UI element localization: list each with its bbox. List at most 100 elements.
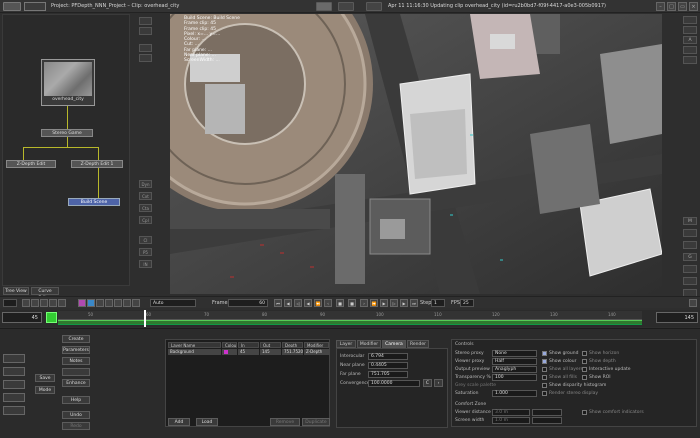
notes-button[interactable]: Notes	[62, 357, 90, 365]
convergence-arrow-button[interactable]: ›	[434, 379, 443, 387]
layer-table[interactable]: Layer Name Colour In Out Depth Modifier …	[165, 339, 330, 427]
right-tool-button[interactable]	[683, 241, 697, 249]
right-tool-button[interactable]	[683, 265, 697, 273]
transparency-input[interactable]: 100	[492, 374, 537, 381]
tab-tree-view[interactable]: Tree View	[3, 287, 29, 295]
minimize-icon[interactable]: –	[656, 2, 665, 11]
step-forward-icon[interactable]: ▶	[400, 299, 408, 307]
tool-button[interactable]	[139, 17, 152, 25]
tab-modifier[interactable]: Modifier	[357, 340, 381, 348]
checkbox[interactable]	[582, 367, 587, 372]
right-tool-button[interactable]: M	[683, 217, 697, 225]
close-icon[interactable]: ×	[689, 2, 698, 11]
checkbox[interactable]	[542, 375, 547, 380]
node-graph-panel[interactable]: overhead_city Stereo Game Z-Depth Edit Z…	[2, 14, 130, 286]
marker-color-icon[interactable]	[87, 299, 95, 307]
viewer-distance-input[interactable]: 3.0 m	[492, 409, 530, 416]
stereo-proxy-select[interactable]: None	[492, 350, 537, 357]
right-tool-button[interactable]	[683, 229, 697, 237]
fps-input[interactable]: 25	[460, 299, 474, 307]
viewer-proxy-select[interactable]: Half	[492, 358, 537, 365]
tab-curve-editor[interactable]: Curve Editor	[31, 287, 59, 301]
checkbox[interactable]	[582, 410, 587, 415]
save-button[interactable]: Save	[35, 374, 55, 382]
undo-button[interactable]: Undo	[62, 411, 90, 419]
play-icon[interactable]: ▶	[380, 299, 388, 307]
checkbox[interactable]	[582, 375, 587, 380]
redo-button[interactable]: Redo	[62, 422, 90, 430]
checkbox[interactable]	[542, 383, 547, 388]
tab-camera[interactable]: Camera	[382, 340, 406, 348]
timeline-tool[interactable]	[132, 299, 140, 307]
table-cell[interactable]: Z-Depth	[304, 349, 329, 355]
timeline-tool[interactable]	[40, 299, 48, 307]
timeline-tool[interactable]	[114, 299, 122, 307]
tool-button[interactable]	[139, 27, 152, 35]
play-back-icon[interactable]: ◁	[294, 299, 302, 307]
build-scene-node[interactable]: Build Scene	[68, 198, 120, 206]
step-back-icon[interactable]: ◀	[284, 299, 292, 307]
start-frame-input[interactable]: 45	[2, 312, 42, 323]
checkbox[interactable]	[582, 351, 587, 356]
go-to-start-icon[interactable]: ⏮	[274, 299, 282, 307]
slider-tool-icon[interactable]	[3, 354, 25, 363]
remove-layer-button[interactable]: Remove	[270, 418, 300, 426]
node-tool-icon[interactable]	[3, 393, 25, 402]
duplicate-layer-button[interactable]: Duplicate	[302, 418, 330, 426]
far-plane-input[interactable]: 751.705	[368, 371, 408, 378]
track-select[interactable]	[3, 299, 17, 307]
tool-button[interactable]	[139, 54, 152, 62]
frame-input[interactable]: 60	[228, 299, 268, 307]
play-reverse-icon[interactable]: ◀	[304, 299, 312, 307]
right-tool-button[interactable]	[683, 16, 697, 24]
convergence-input[interactable]: 100.0000	[368, 380, 420, 387]
timeline-tool[interactable]	[58, 299, 66, 307]
right-tool-button[interactable]	[683, 56, 697, 64]
fast-forward-icon[interactable]: ⏩	[370, 299, 378, 307]
tool-button[interactable]: Cxt	[139, 192, 152, 200]
table-cell[interactable]: Background	[168, 349, 221, 355]
load-layer-button[interactable]: Load	[196, 418, 218, 426]
depth-edit-left-node[interactable]: Z-Depth Edit	[6, 160, 56, 168]
interocular-input[interactable]: 6.794	[368, 353, 408, 360]
range-tool-icon[interactable]	[3, 367, 25, 376]
end-frame-input[interactable]: 145	[656, 312, 698, 323]
image-viewer[interactable]: Build Scene: Build Scene Frame clip: 45 …	[170, 14, 662, 294]
tab-layer[interactable]: Layer	[336, 340, 356, 348]
parameters-button[interactable]: Parameters	[62, 346, 90, 354]
tracking-mode-button[interactable]	[338, 2, 354, 11]
screen-width-unit[interactable]	[532, 417, 562, 424]
split-tool-icon[interactable]	[3, 380, 25, 389]
layout-button[interactable]	[366, 2, 382, 11]
align-tool-icon[interactable]	[3, 406, 25, 415]
app-menu-icon[interactable]	[24, 2, 46, 11]
depth-edit-right-node[interactable]: Z-Depth Edit 1	[71, 160, 123, 168]
saturation-input[interactable]: 1.000	[492, 390, 537, 397]
enhance-button[interactable]: Enhance	[62, 379, 90, 387]
tool-button[interactable]: CI	[139, 236, 152, 244]
right-tool-button[interactable]	[683, 277, 697, 285]
camera-mode-button[interactable]	[316, 2, 332, 11]
mode-button[interactable]: Mode	[35, 386, 55, 394]
near-plane-input[interactable]: 0.4405	[368, 362, 408, 369]
add-layer-button[interactable]: Add	[168, 418, 190, 426]
maximize-icon[interactable]: □	[667, 2, 676, 11]
timeline-tool[interactable]	[96, 299, 104, 307]
checkbox[interactable]	[542, 391, 547, 396]
timeline-tool[interactable]	[123, 299, 131, 307]
timeline[interactable]: 45 50 60 70 80 90 100 110 120 130 140 14…	[0, 310, 700, 327]
screen-width-input[interactable]: 1.0 m	[492, 417, 530, 424]
tab-render[interactable]: Render	[407, 340, 429, 348]
tool-button[interactable]: P5	[139, 248, 152, 256]
step-input[interactable]: 1	[431, 299, 445, 307]
checkbox[interactable]	[542, 351, 547, 356]
tool-button[interactable]: Dyn	[139, 180, 152, 188]
table-cell[interactable]: 145	[260, 349, 281, 355]
source-clip-node[interactable]: overhead_city	[41, 59, 95, 106]
timeline-tool[interactable]	[105, 299, 113, 307]
viewer-distance-unit[interactable]	[532, 409, 562, 416]
help-button[interactable]: Help	[62, 396, 90, 404]
play-forward-icon[interactable]: ▷	[390, 299, 398, 307]
restore-icon[interactable]: ▭	[678, 2, 687, 11]
stereo-game-node[interactable]: Stereo Game	[41, 129, 93, 137]
